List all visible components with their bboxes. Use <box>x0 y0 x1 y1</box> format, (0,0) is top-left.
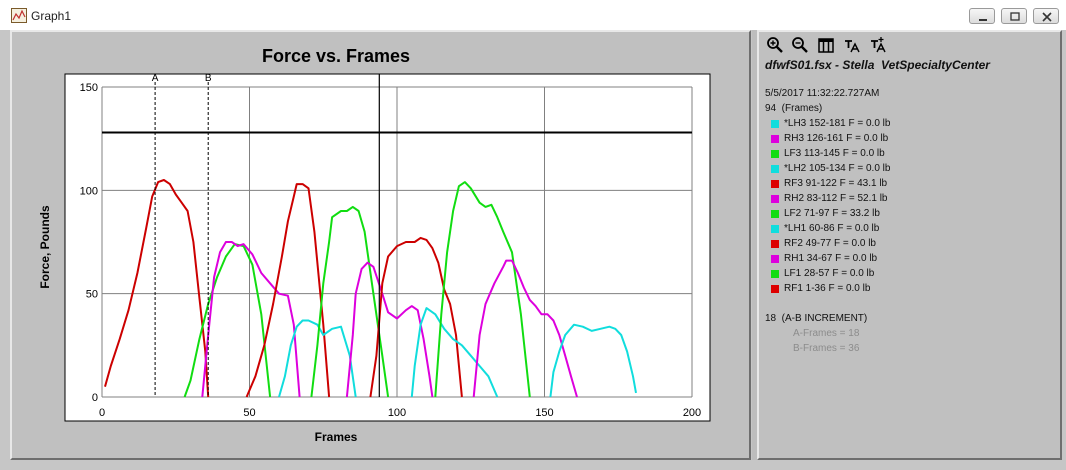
text-tool-icon[interactable] <box>843 36 861 54</box>
x-tick-label: 100 <box>388 407 406 419</box>
chart-panel: Force vs. Frames 0 50 100 150 200 0 50 100 150 A B F… <box>10 30 751 460</box>
x-tick-label: 50 <box>243 407 255 419</box>
x-tick-label: 200 <box>683 407 701 419</box>
legend-label: LF1 28-57 F = 0.0 lb <box>784 268 875 279</box>
legend-swatch <box>771 270 779 278</box>
columns-icon[interactable] <box>817 36 835 54</box>
zoom-in-icon[interactable] <box>766 36 784 54</box>
app-graph-icon <box>11 8 27 23</box>
a-frames-label: A-Frames = 18 <box>793 328 860 339</box>
legend-swatch <box>771 210 779 218</box>
window-title: Graph1 <box>31 9 72 23</box>
legend-label: RH3 126-161 F = 0.0 lb <box>784 133 889 144</box>
legend-swatch <box>771 240 779 248</box>
maximize-icon <box>1010 12 1020 21</box>
legend-swatch <box>771 180 779 188</box>
y-tick-label: 150 <box>80 82 98 94</box>
y-tick-label: 0 <box>92 392 98 404</box>
chart-title: Force vs. Frames <box>262 46 410 66</box>
legend-label: LF2 71-97 F = 33.2 lb <box>784 208 880 219</box>
marker-label: B <box>205 73 212 84</box>
legend-label: *LH1 60-86 F = 0.0 lb <box>784 223 880 234</box>
y-tick-label: 50 <box>86 289 98 301</box>
title-bar: Graph1 <box>0 0 1066 31</box>
file-name-label: dfwfS01.fsx - Stella VetSpecialtyCenter <box>765 58 990 72</box>
minimize-icon <box>979 19 987 21</box>
x-axis-label: Frames <box>315 430 358 444</box>
close-icon <box>1042 12 1052 22</box>
increment-label: 18 (A-B INCREMENT) <box>765 313 868 324</box>
legend-swatch <box>771 135 779 143</box>
force-chart: Force vs. Frames 0 50 100 150 200 0 50 100 150 A B F… <box>38 46 711 444</box>
window-body: Force vs. Frames 0 50 100 150 200 0 50 100 150 A B F… <box>0 30 1066 470</box>
y-tick-label: 100 <box>80 185 98 197</box>
legend-swatch <box>771 165 779 173</box>
legend-swatch <box>771 285 779 293</box>
marker-label: A <box>152 73 159 84</box>
plot-area <box>64 73 711 422</box>
legend-label: RF2 49-77 F = 0.0 lb <box>784 238 876 249</box>
frames-label: 94 (Frames) <box>765 103 823 114</box>
legend-swatch <box>771 195 779 203</box>
timestamp-label: 5/5/2017 11:32:22.727AM <box>765 88 880 99</box>
legend-label: RF1 1-36 F = 0.0 lb <box>784 283 871 294</box>
legend-swatch <box>771 255 779 263</box>
legend-label: RH1 34-67 F = 0.0 lb <box>784 253 878 264</box>
legend-swatch <box>771 225 779 233</box>
legend-panel: dfwfS01.fsx - Stella VetSpecialtyCenter … <box>757 30 1062 460</box>
close-button[interactable] <box>1033 8 1059 24</box>
legend-label: RF3 91-122 F = 43.1 lb <box>784 178 888 189</box>
legend-label: *LH3 152-181 F = 0.0 lb <box>784 118 891 129</box>
legend-label: *LH2 105-134 F = 0.0 lb <box>784 163 891 174</box>
zoom-out-icon[interactable] <box>791 36 809 54</box>
minimize-button[interactable] <box>969 8 995 24</box>
y-axis-label: Force, Pounds <box>38 205 52 289</box>
x-tick-label: 0 <box>99 407 105 419</box>
legend-label: LF3 113-145 F = 0.0 lb <box>784 148 885 159</box>
legend-swatch <box>771 150 779 158</box>
legend-swatch <box>771 120 779 128</box>
b-frames-label: B-Frames = 36 <box>793 343 860 354</box>
x-tick-label: 150 <box>535 407 553 419</box>
legend-label: RH2 83-112 F = 52.1 lb <box>784 193 888 204</box>
text-add-icon[interactable] <box>869 36 887 54</box>
maximize-button[interactable] <box>1001 8 1027 24</box>
